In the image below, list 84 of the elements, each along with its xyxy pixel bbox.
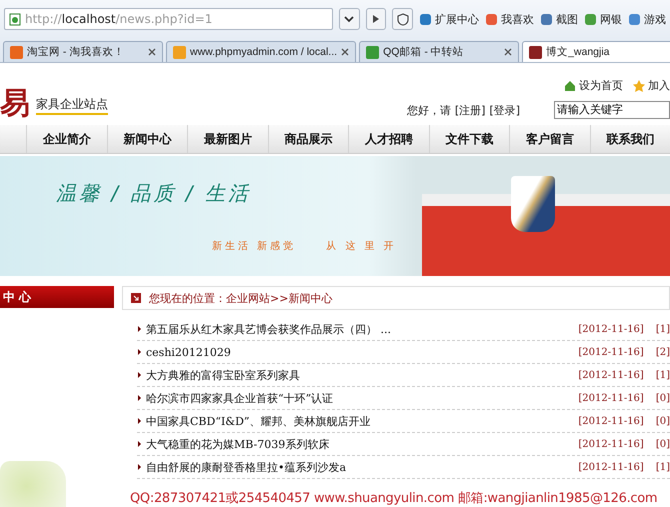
toolbar-button[interactable]: 扩展中心 bbox=[419, 12, 479, 26]
news-date: [2012-11-16] bbox=[578, 438, 644, 450]
view-count: [0] bbox=[656, 438, 670, 450]
tool-icon bbox=[540, 12, 553, 26]
news-date: [2012-11-16] bbox=[578, 346, 644, 358]
news-date: [2012-11-16] bbox=[578, 392, 644, 404]
news-date: [2012-11-16] bbox=[578, 370, 644, 380]
view-count: [1] bbox=[656, 324, 670, 334]
nav-item[interactable]: 企业简介 bbox=[26, 125, 106, 153]
browser-tab[interactable]: 淘宝网 - 淘我喜欢！ bbox=[3, 41, 163, 62]
view-count: [1] bbox=[656, 370, 670, 380]
tool-icon bbox=[584, 12, 597, 26]
address-bar[interactable]: http://localhost/news.php?id=1 bbox=[4, 8, 333, 30]
chevron-down-icon bbox=[344, 15, 354, 23]
close-icon[interactable] bbox=[504, 48, 512, 56]
view-count: [2] bbox=[656, 346, 670, 358]
toolbar-button[interactable]: 截图 bbox=[540, 12, 578, 26]
register-link[interactable]: [注册] bbox=[454, 102, 486, 118]
search-field[interactable]: 请输入关键字 bbox=[554, 101, 670, 119]
nav-item[interactable]: 商品展示 bbox=[268, 125, 348, 153]
sidebar-title: 中 心 bbox=[0, 286, 114, 308]
shield-icon bbox=[396, 12, 409, 26]
site-logo: 易 bbox=[0, 89, 30, 119]
news-date: [2012-11-16] bbox=[578, 462, 644, 472]
play-icon bbox=[372, 14, 380, 24]
nav-item[interactable]: 文件下载 bbox=[428, 125, 509, 153]
bullet-icon bbox=[138, 441, 141, 447]
news-link[interactable]: 第五届乐从红木家具艺博会获奖作品展示（四） ... bbox=[146, 322, 391, 336]
contact-info: QQ:287307421或254540457 www.shuangyulin.com 邮箱:wangjianlin1985@126.com bbox=[129, 490, 658, 507]
bullet-icon bbox=[138, 395, 141, 401]
favicon-icon bbox=[366, 46, 380, 58]
browser-tab[interactable]: www.phpmyadmin.com / local... bbox=[166, 41, 356, 62]
nav-item[interactable]: 人才招聘 bbox=[348, 125, 428, 153]
news-link[interactable]: 中国家具CBD“I&D”、耀邦、美林旗舰店开业 bbox=[146, 414, 371, 428]
favicon-icon bbox=[10, 46, 23, 58]
browser-tab[interactable]: 博文_wangjia bbox=[522, 41, 670, 62]
toolbar-button[interactable]: 我喜欢 bbox=[485, 12, 534, 26]
nav-item[interactable]: 最新图片 bbox=[187, 125, 268, 153]
banner-slogan: 新生活 新感觉 bbox=[212, 240, 296, 253]
page-icon bbox=[9, 12, 21, 26]
favicon-icon bbox=[173, 46, 186, 58]
go-button[interactable] bbox=[366, 8, 386, 30]
tool-icon bbox=[419, 12, 432, 26]
news-link[interactable]: 大气稳重的花为媒MB-7039系列软床 bbox=[146, 436, 330, 452]
banner-slogan: 从 这 里 开 bbox=[326, 240, 397, 253]
nav-item[interactable]: 客户留言 bbox=[509, 125, 590, 153]
nav-item[interactable]: 新闻中心 bbox=[106, 125, 187, 153]
site-name: 家具企业站点 bbox=[36, 96, 108, 115]
bullet-icon bbox=[138, 372, 141, 378]
bullet-icon bbox=[138, 418, 141, 424]
news-link[interactable]: 自由舒展的康耐登香格里拉•蕴系列沙发a bbox=[146, 460, 346, 474]
news-link[interactable]: 大方典雅的富得宝卧室系列家具 bbox=[146, 368, 300, 382]
dropdown-button[interactable] bbox=[338, 8, 360, 30]
login-link[interactable]: [登录] bbox=[489, 102, 520, 118]
favicon-icon bbox=[529, 46, 542, 58]
photo-placeholder bbox=[0, 461, 66, 507]
bullet-icon bbox=[138, 349, 141, 355]
shield-button[interactable] bbox=[392, 8, 413, 30]
home-icon bbox=[564, 80, 576, 92]
view-count: [1] bbox=[656, 462, 670, 472]
arrow-icon bbox=[131, 293, 141, 303]
news-link[interactable]: ceshi20121029 bbox=[146, 346, 231, 358]
star-icon bbox=[633, 80, 645, 92]
toolbar-button[interactable]: 游戏 bbox=[628, 12, 666, 26]
close-icon[interactable] bbox=[148, 48, 156, 56]
tool-icon bbox=[485, 12, 498, 26]
news-link[interactable]: 哈尔滨市四家家具企业首获“十环”认证 bbox=[146, 390, 334, 406]
banner-tagline: 温馨 / 品质 / 生活 bbox=[56, 180, 252, 207]
tool-icon bbox=[628, 12, 641, 26]
toolbar-button[interactable]: 网银 bbox=[584, 12, 622, 26]
cup-drawing bbox=[511, 176, 555, 232]
close-icon[interactable] bbox=[341, 48, 350, 56]
bullet-icon bbox=[138, 464, 141, 470]
view-count: [0] bbox=[656, 392, 670, 404]
bookmark-link[interactable]: 加入 bbox=[633, 78, 670, 93]
browser-tab[interactable]: QQ邮箱 - 中转站 bbox=[359, 41, 520, 62]
breadcrumb-text: 您现在的位置：企业网站>>新闻中心 bbox=[149, 290, 332, 306]
bullet-icon bbox=[138, 326, 141, 332]
news-date: [2012-11-16] bbox=[578, 416, 644, 426]
view-count: [0] bbox=[656, 416, 670, 426]
nav-item[interactable]: 联系我们 bbox=[590, 125, 670, 153]
greeting-text: 您好，请 bbox=[406, 102, 451, 118]
news-date: [2012-11-16] bbox=[578, 324, 644, 334]
set-homepage-link[interactable]: 设为首页 bbox=[564, 78, 623, 93]
